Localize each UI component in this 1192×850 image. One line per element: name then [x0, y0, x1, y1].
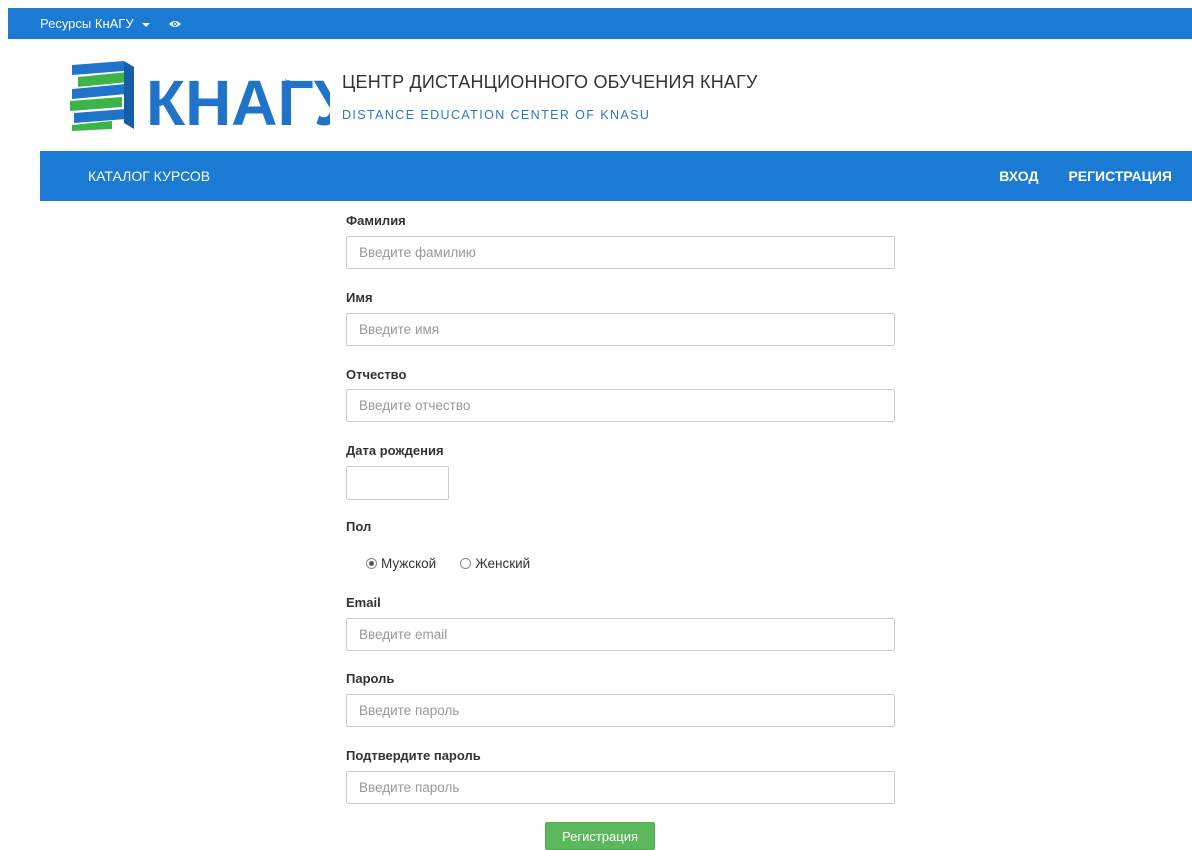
birthdate-input[interactable] — [346, 466, 449, 500]
resources-dropdown[interactable]: Ресурсы КнАГУ — [40, 8, 182, 39]
top-resource-bar: Ресурсы КнАГУ — [8, 8, 1192, 39]
main-navbar: КАТАЛОГ КУРСОВ ВХОД РЕГИСТРАЦИЯ — [40, 151, 1192, 201]
gender-option-male[interactable]: Мужской — [366, 556, 436, 571]
email-input[interactable] — [346, 618, 895, 651]
gender-option-male-label: Мужской — [381, 556, 437, 571]
password-confirm-label: Подтвердите пароль — [346, 748, 481, 763]
patronymic-input[interactable] — [346, 389, 895, 422]
gender-option-female-label: Женский — [475, 556, 531, 571]
gender-radio-group: Мужской Женский — [366, 556, 554, 571]
radio-checked-icon — [366, 558, 377, 569]
eye-icon[interactable] — [168, 19, 182, 29]
site-header: КНАГУ УНИВЕРСИТЕТ ЦЕНТР ДИСТАНЦИОННОГО О… — [0, 39, 1192, 151]
surname-input[interactable] — [346, 236, 895, 269]
nav-login-link[interactable]: ВХОД — [999, 151, 1038, 201]
nav-register-link[interactable]: РЕГИСТРАЦИЯ — [1068, 151, 1172, 201]
gender-option-female[interactable]: Женский — [460, 556, 530, 571]
site-title: ЦЕНТР ДИСТАНЦИОННОГО ОБУЧЕНИЯ КНАГУ — [342, 72, 758, 92]
birthdate-label: Дата рождения — [346, 443, 444, 458]
email-label: Email — [346, 595, 381, 610]
password-confirm-input[interactable] — [346, 771, 895, 804]
nav-catalog-link[interactable]: КАТАЛОГ КУРСОВ — [88, 151, 210, 201]
surname-label: Фамилия — [346, 213, 406, 228]
gender-label: Пол — [346, 519, 372, 534]
register-submit-button[interactable]: Регистрация — [545, 822, 655, 850]
book-stack-icon — [70, 61, 134, 131]
nav-auth-links: ВХОД РЕГИСТРАЦИЯ — [999, 151, 1172, 201]
caret-down-icon — [141, 22, 150, 27]
svg-text:КНАГУ: КНАГУ — [146, 67, 330, 133]
password-label: Пароль — [346, 671, 395, 686]
svg-text:УНИВЕРСИТЕТ: УНИВЕРСИТЕТ — [286, 78, 292, 123]
radio-unchecked-icon — [460, 558, 472, 569]
patronymic-label: Отчество — [346, 367, 407, 382]
resources-label: Ресурсы КнАГУ — [40, 16, 134, 31]
password-input[interactable] — [346, 694, 895, 727]
site-logo[interactable]: КНАГУ УНИВЕРСИТЕТ — [68, 57, 355, 139]
name-label: Имя — [346, 290, 373, 305]
site-subtitle: DISTANCE EDUCATION CENTER OF KNASU — [342, 108, 651, 122]
name-input[interactable] — [346, 313, 895, 346]
